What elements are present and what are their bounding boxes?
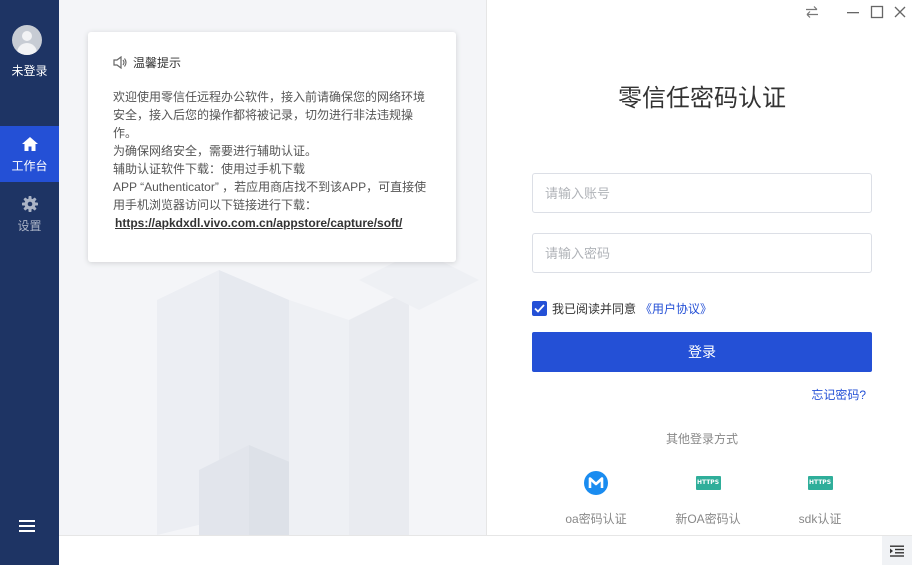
check-icon	[534, 303, 545, 313]
menu-icon[interactable]	[19, 519, 35, 533]
home-icon	[21, 137, 38, 151]
main-content: 温馨提示 欢迎使用零信任远程办公软件，接入前请确保您的网络环境安全，接入后您的操…	[59, 0, 486, 535]
gear-icon	[21, 196, 38, 212]
agreement-row: 我已阅读并同意 《用户协议》	[532, 299, 712, 317]
status-bar	[59, 535, 912, 565]
notice-paragraph: 辅助认证软件下载：使用过手机下载	[113, 162, 306, 176]
agree-checkbox[interactable]	[532, 300, 547, 316]
sidebar-item-label: 设置	[17, 219, 42, 233]
notice-paragraph: APP “Authenticator” ，若应用商店找不到该APP，可直接使用手…	[113, 180, 427, 212]
login-method-sdk[interactable]: HTTPS sdk认证	[765, 470, 875, 527]
login-method-new-oa[interactable]: HTTPS 新OA密码认	[653, 470, 763, 527]
login-method-label: oa密码认证	[565, 512, 627, 526]
notice-card: 温馨提示 欢迎使用零信任远程办公软件，接入前请确保您的网络环境安全，接入后您的操…	[88, 32, 456, 262]
switch-icon[interactable]	[805, 5, 819, 19]
login-method-label: 新OA密码认	[675, 512, 741, 526]
user-agreement-link[interactable]: 《用户协议》	[640, 300, 712, 317]
minimize-icon[interactable]	[846, 5, 860, 19]
sidebar-item-label: 工作台	[11, 159, 48, 173]
account-input[interactable]	[532, 173, 872, 213]
login-method-oa[interactable]: oa密码认证	[541, 470, 651, 527]
download-link[interactable]: https://apkdxdl.vivo.com.cn/appstore/cap…	[113, 214, 432, 232]
agree-text: 我已阅读并同意	[552, 301, 637, 316]
password-input[interactable]	[532, 233, 872, 273]
login-method-label: sdk认证	[798, 512, 842, 526]
notice-paragraph: 欢迎使用零信任远程办公软件，接入前请确保您的网络环境安全，接入后您的操作都将被记…	[113, 90, 426, 140]
notice-body: 欢迎使用零信任远程办公软件，接入前请确保您的网络环境安全，接入后您的操作都将被记…	[113, 88, 432, 232]
notice-title: 温馨提示	[113, 54, 432, 70]
close-icon[interactable]	[893, 5, 907, 19]
sidebar-item-workbench[interactable]: 工作台	[0, 126, 59, 182]
login-button[interactable]: 登录	[532, 332, 872, 372]
forgot-password-link[interactable]: 忘记密码?	[811, 386, 866, 403]
sidebar: 未登录 工作台 设置	[0, 0, 59, 565]
notice-title-text: 温馨提示	[133, 55, 182, 70]
speaker-icon	[113, 55, 127, 69]
m-logo-icon	[584, 471, 608, 495]
avatar[interactable]	[12, 25, 42, 55]
maximize-icon[interactable]	[870, 5, 884, 19]
sidebar-item-settings[interactable]: 设置	[0, 186, 59, 242]
notice-paragraph: 为确保网络安全，需要进行辅助认证。	[113, 144, 318, 158]
login-status-label: 未登录	[11, 64, 48, 78]
https-icon: HTTPS	[807, 476, 833, 490]
https-icon: HTTPS	[695, 476, 721, 490]
other-login-methods-title: 其他登录方式	[665, 432, 738, 446]
indent-list-icon	[890, 545, 904, 557]
page-title: 零信任密码认证	[618, 85, 786, 112]
login-panel: 零信任密码认证 我已阅读并同意 《用户协议》 登录 忘记密码? 其他登录方式 o…	[486, 0, 912, 535]
log-panel-button[interactable]	[882, 536, 912, 565]
